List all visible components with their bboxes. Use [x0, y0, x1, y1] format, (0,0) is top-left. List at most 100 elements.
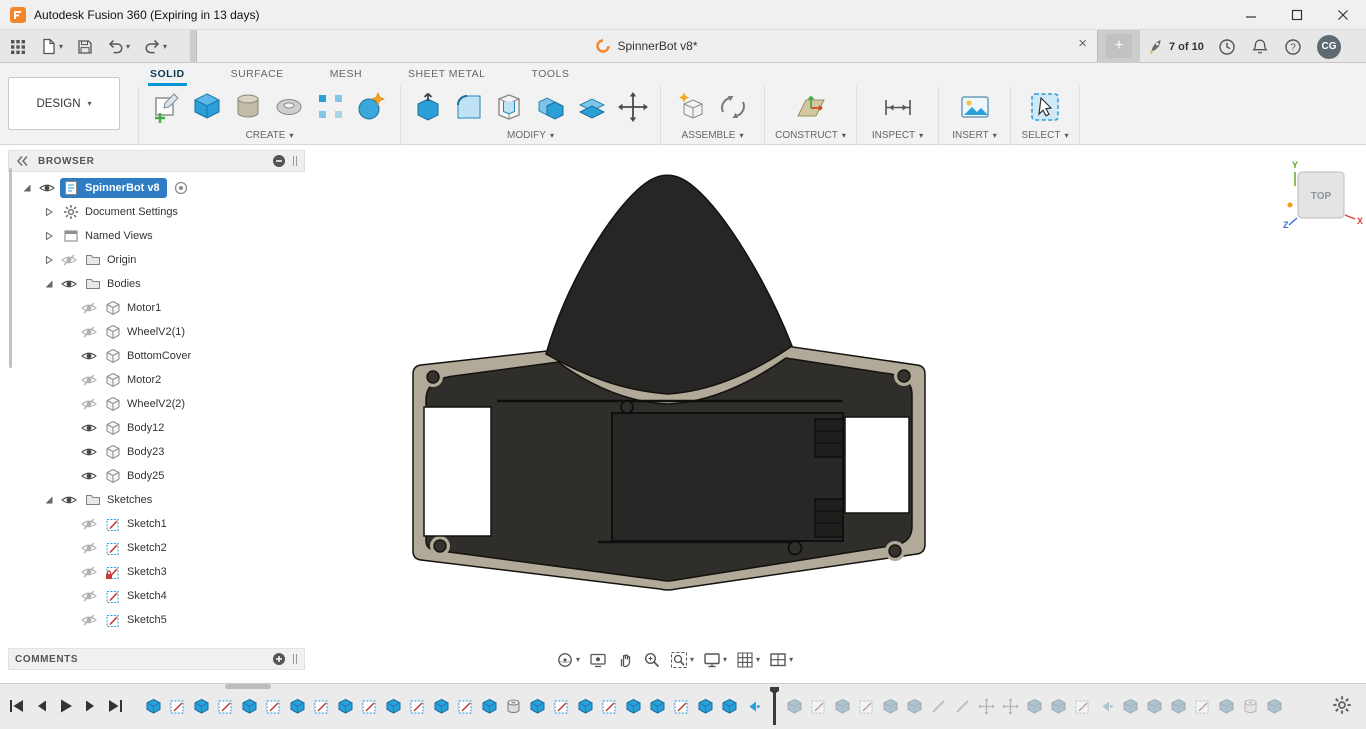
tab-solid[interactable]: SOLID [148, 64, 187, 86]
pan-icon[interactable] [616, 651, 634, 669]
timeline-feature-hole-rolled[interactable] [1242, 698, 1259, 715]
visibility-eye-icon[interactable] [80, 421, 98, 435]
marker-handle[interactable] [770, 687, 779, 694]
timeline-feature-line-rolled[interactable] [954, 698, 971, 715]
timeline-feature-extrude[interactable] [625, 698, 642, 715]
visibility-eye-icon[interactable] [80, 541, 98, 555]
activate-radio-icon[interactable] [173, 180, 189, 196]
visibility-eye-icon[interactable] [80, 301, 98, 315]
browser-panel-header[interactable]: BROWSER [8, 150, 305, 172]
offset-face-icon[interactable] [576, 91, 608, 123]
timeline-feature-extrude-rolled[interactable] [1026, 698, 1043, 715]
browser-row[interactable]: Sketch2 [8, 536, 305, 560]
timeline-feature-extrude-rolled[interactable] [882, 698, 899, 715]
visibility-eye-icon[interactable] [80, 445, 98, 459]
browser-row[interactable]: Sketch3 [8, 560, 305, 584]
select-cursor-icon[interactable] [1029, 91, 1061, 123]
inspect-dropdown[interactable]: INSPECT ▾ [872, 127, 923, 144]
collapse-icon[interactable] [42, 279, 56, 289]
assemble-dropdown[interactable]: ASSEMBLE ▾ [682, 127, 744, 144]
visibility-eye-icon[interactable] [60, 253, 78, 267]
insert-dropdown[interactable]: INSERT ▾ [952, 127, 997, 144]
go-to-end-button[interactable] [106, 699, 124, 713]
fillet-icon[interactable] [453, 91, 485, 123]
collapse-browser-icon[interactable] [15, 155, 30, 167]
visibility-eye-icon[interactable] [80, 613, 98, 627]
timeline-feature-sketch-rolled[interactable] [858, 698, 875, 715]
timeline-feature-extrude[interactable] [481, 698, 498, 715]
browser-row[interactable]: Origin [8, 248, 305, 272]
timeline-feature-extrude[interactable] [649, 698, 666, 715]
viewports-icon[interactable]: ▾ [769, 651, 793, 669]
timeline-feature-extrude-rolled[interactable] [1146, 698, 1163, 715]
redo-icon[interactable]: ▾ [144, 38, 167, 55]
close-button[interactable] [1320, 0, 1366, 29]
measure-icon[interactable] [882, 91, 914, 123]
timeline-feature-extrude[interactable] [529, 698, 546, 715]
timeline-feature-sketch[interactable] [313, 698, 330, 715]
browser-row[interactable]: WheelV2(1) [8, 320, 305, 344]
shell-icon[interactable] [494, 91, 526, 123]
timeline-feature-extrude[interactable] [289, 698, 306, 715]
plus-circle-icon[interactable] [272, 652, 286, 666]
timeline-feature-sketch[interactable] [409, 698, 426, 715]
timeline-feature-sketch[interactable] [265, 698, 282, 715]
browser-row[interactable]: Document Settings [8, 200, 305, 224]
timeline-feature-sketch[interactable] [601, 698, 618, 715]
tab-surface[interactable]: SURFACE [229, 64, 286, 86]
joint-icon[interactable] [717, 91, 749, 123]
grid-snaps-icon[interactable]: ▾ [736, 651, 760, 669]
torus-primitive-icon[interactable] [274, 91, 306, 123]
timeline-feature-sketch-rolled[interactable] [810, 698, 827, 715]
visibility-eye-icon[interactable] [60, 277, 78, 291]
panel-drag-handle[interactable] [292, 653, 298, 665]
visibility-eye-icon[interactable] [80, 589, 98, 603]
timeline-position-marker[interactable] [770, 687, 779, 725]
timeline-feature-extrude[interactable] [145, 698, 162, 715]
browser-row[interactable]: SpinnerBot v8 [8, 176, 305, 200]
create-dropdown[interactable]: CREATE ▾ [246, 127, 294, 144]
collapse-icon[interactable] [20, 183, 34, 193]
box-primitive-icon[interactable] [192, 91, 224, 123]
step-back-button[interactable] [35, 699, 49, 713]
visibility-eye-icon[interactable] [80, 397, 98, 411]
notifications-bell-icon[interactable] [1251, 38, 1269, 56]
select-dropdown[interactable]: SELECT ▾ [1022, 127, 1069, 144]
go-to-start-button[interactable] [8, 699, 26, 713]
zoom-icon[interactable] [643, 651, 661, 669]
timeline-feature-extrude-rolled[interactable] [834, 698, 851, 715]
timeline-feature-extrude[interactable] [577, 698, 594, 715]
browser-row[interactable]: Body12 [8, 416, 305, 440]
timeline-feature-sketch-rolled[interactable] [1074, 698, 1091, 715]
look-at-icon[interactable] [589, 651, 607, 669]
timeline-feature-sketch[interactable] [169, 698, 186, 715]
timeline-feature-extrude-rolled[interactable] [1266, 698, 1283, 715]
timeline-feature-extrude-rolled[interactable] [786, 698, 803, 715]
tab-tools[interactable]: TOOLS [530, 64, 572, 86]
browser-row[interactable]: Sketches [8, 488, 305, 512]
visibility-eye-icon[interactable] [80, 517, 98, 531]
timeline-feature-extrude[interactable] [385, 698, 402, 715]
browser-row[interactable]: BottomCover [8, 344, 305, 368]
collapse-icon[interactable] [42, 495, 56, 505]
recent-clock-icon[interactable] [1218, 38, 1236, 56]
expand-icon[interactable] [42, 255, 56, 265]
comments-bar[interactable]: COMMENTS [8, 648, 305, 670]
timeline-feature-move-rolled[interactable] [978, 697, 995, 715]
timeline-settings-gear-icon[interactable] [1332, 695, 1352, 715]
timeline-feature-extrude[interactable] [241, 698, 258, 715]
tab-sheet-metal[interactable]: SHEET METAL [406, 64, 487, 86]
browser-row[interactable]: Sketch5 [8, 608, 305, 632]
pattern-icon[interactable] [315, 91, 347, 123]
timeline-feature-line-rolled[interactable] [930, 698, 947, 715]
construction-plane-icon[interactable] [795, 91, 827, 123]
user-avatar[interactable]: CG [1317, 34, 1341, 59]
insert-canvas-icon[interactable] [959, 91, 991, 123]
browser-row[interactable]: Named Views [8, 224, 305, 248]
app-launcher-icon[interactable] [10, 39, 26, 55]
timeline-feature-extrude[interactable] [337, 698, 354, 715]
timeline-feature-extrude[interactable] [697, 698, 714, 715]
close-tab-icon[interactable]: × [1078, 36, 1087, 51]
timeline-feature-sketch[interactable] [361, 698, 378, 715]
timeline-feature-extrude-rolled[interactable] [1122, 698, 1139, 715]
